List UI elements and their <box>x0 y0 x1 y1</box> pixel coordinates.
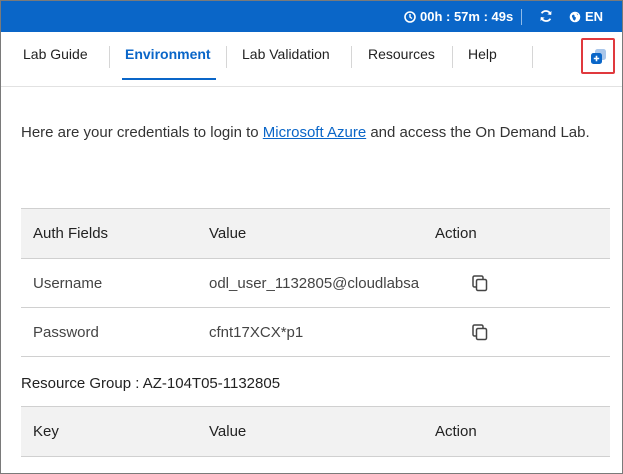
column-header-auth-fields: Auth Fields <box>33 225 109 242</box>
intro-text-end: and access the On Demand Lab. <box>366 124 590 141</box>
topbar-divider <box>521 9 522 25</box>
tab-divider <box>452 46 453 68</box>
language-selector[interactable]: EN <box>569 9 603 24</box>
globe-icon <box>569 11 581 22</box>
password-label: Password <box>33 323 99 341</box>
resource-group-table: Key Value Action <box>21 406 610 457</box>
tab-divider <box>109 46 110 68</box>
tab-bar: Lab Guide Environment Lab Validation Res… <box>1 32 622 87</box>
popout-window-icon <box>591 49 606 64</box>
tab-environment[interactable]: Environment <box>125 46 211 62</box>
tab-lab-validation[interactable]: Lab Validation <box>242 46 330 62</box>
copy-icon[interactable] <box>472 324 488 341</box>
active-tab-indicator <box>122 78 216 80</box>
resource-group-label: Resource Group : AZ-104T05-1132805 <box>21 375 281 392</box>
username-value: odl_user_1132805@cloudlabsa <box>209 274 420 292</box>
intro-text-start: Here are your credentials to login to <box>21 124 263 141</box>
tab-divider <box>351 46 352 68</box>
table-row: Password cfnt17XCX*p1 <box>21 308 610 357</box>
refresh-icon <box>540 10 552 22</box>
column-header-value: Value <box>209 225 247 242</box>
refresh-button[interactable] <box>539 9 553 28</box>
tab-lab-guide[interactable]: Lab Guide <box>23 46 88 62</box>
clock-icon <box>404 10 416 23</box>
tab-divider <box>226 46 227 68</box>
top-bar: 00h : 57m : 49s EN <box>1 1 622 32</box>
column-header-value: Value <box>209 423 247 440</box>
table-header: Key Value Action <box>21 407 610 457</box>
tab-resources[interactable]: Resources <box>368 46 435 62</box>
column-header-action: Action <box>435 423 477 440</box>
lab-timer: 00h : 57m : 49s <box>404 9 513 24</box>
language-label: EN <box>585 9 604 24</box>
tab-divider <box>532 46 533 68</box>
table-row: Username odl_user_1132805@cloudlabsa <box>21 259 610 308</box>
tab-help[interactable]: Help <box>468 46 497 62</box>
copy-icon[interactable] <box>472 275 488 292</box>
popout-button[interactable] <box>581 38 615 74</box>
column-header-key: Key <box>33 423 59 440</box>
app-window: 00h : 57m : 49s EN Lab Guide Environment <box>0 0 623 474</box>
table-header: Auth Fields Value Action <box>21 209 610 259</box>
username-label: Username <box>33 274 103 292</box>
password-value: cfnt17XCX*p1 <box>209 323 304 341</box>
microsoft-azure-link[interactable]: Microsoft Azure <box>263 124 366 141</box>
intro-text: Here are your credentials to login to Mi… <box>21 121 601 145</box>
column-header-action: Action <box>435 225 477 242</box>
credentials-table: Auth Fields Value Action Username odl_us… <box>21 208 610 357</box>
timer-text: 00h : 57m : 49s <box>420 9 514 24</box>
